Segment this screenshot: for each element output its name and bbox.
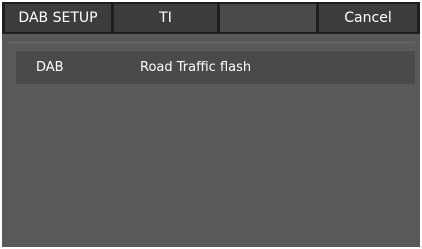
settings-list: DAB Road Traffic flash — [8, 42, 415, 246]
tab-ti[interactable]: TI — [114, 4, 217, 32]
tab-dab-setup[interactable]: DAB SETUP — [5, 4, 111, 32]
row-value: Road Traffic flash — [140, 60, 252, 75]
empty-tab-slot — [220, 4, 316, 32]
top-bar: DAB SETUP TI Cancel — [2, 2, 420, 34]
dab-setup-screen: DAB SETUP TI Cancel DAB Road Traffic fla… — [2, 2, 420, 247]
cancel-button[interactable]: Cancel — [319, 4, 417, 32]
row-label: DAB — [36, 60, 64, 75]
list-item-dab[interactable]: DAB Road Traffic flash — [16, 51, 415, 84]
